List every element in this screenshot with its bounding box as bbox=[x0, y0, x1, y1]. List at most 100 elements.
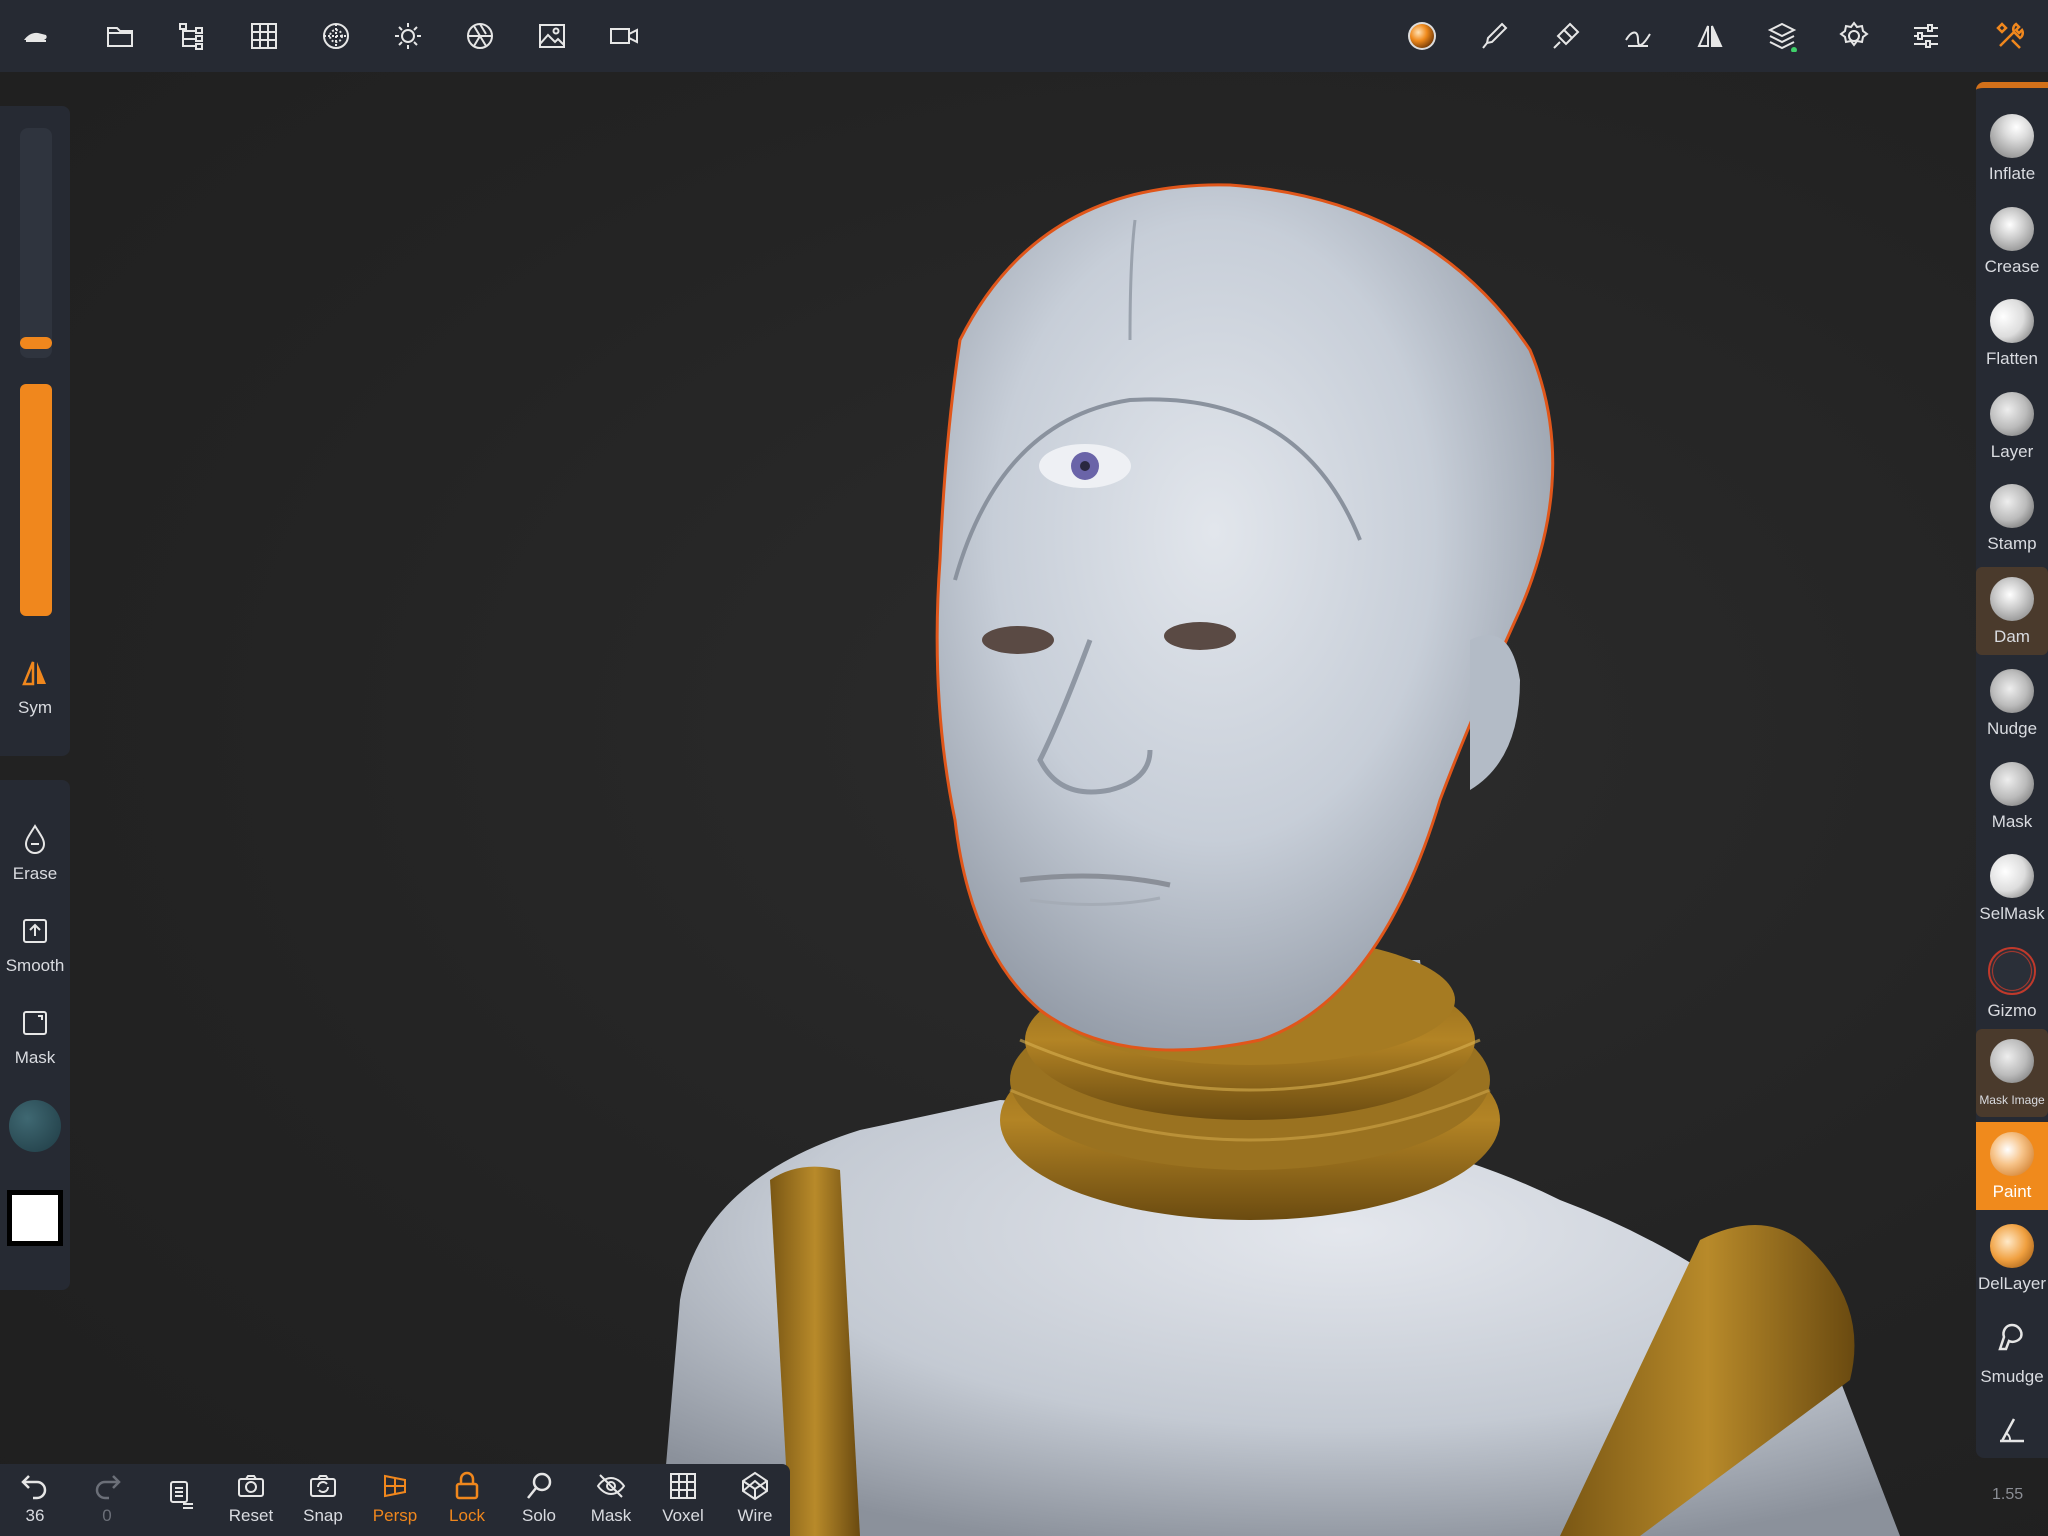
snap-label: Snap bbox=[303, 1506, 343, 1525]
search-icon bbox=[527, 1472, 552, 1499]
tool-label: Mask Image bbox=[1979, 1093, 2045, 1107]
wireframe-icon bbox=[742, 1471, 768, 1501]
intensity-slider[interactable] bbox=[20, 384, 52, 616]
mask-icon bbox=[23, 1011, 47, 1035]
tool-paint[interactable]: Paint bbox=[1976, 1121, 2048, 1210]
material-sphere-icon[interactable] bbox=[1398, 12, 1446, 60]
gizmo-icon bbox=[1988, 946, 2036, 995]
tool-label: Paint bbox=[1992, 1181, 2032, 1201]
mask-brush-icon bbox=[1990, 761, 2034, 806]
paint-brush-icon[interactable] bbox=[1542, 12, 1590, 60]
smudge-icon bbox=[1990, 1317, 2034, 1361]
tool-dellayer[interactable]: DelLayer bbox=[1976, 1214, 2048, 1302]
inflate-brush-icon bbox=[1990, 114, 2034, 158]
drop-icon bbox=[24, 824, 46, 854]
tools-icon[interactable] bbox=[1986, 12, 2034, 60]
light-icon[interactable] bbox=[384, 12, 432, 60]
layers-icon[interactable] bbox=[1758, 12, 1806, 60]
tool-label: Flatten bbox=[1986, 349, 2038, 368]
nudge-brush-icon bbox=[1990, 669, 2034, 713]
scene-tree-icon[interactable] bbox=[168, 12, 216, 60]
wire-button[interactable]: Wire bbox=[720, 1470, 790, 1526]
stroke-icon[interactable] bbox=[1614, 12, 1662, 60]
undo-count: 36 bbox=[25, 1506, 45, 1525]
app-logo-icon[interactable] bbox=[12, 12, 60, 60]
lock-button[interactable]: Lock bbox=[432, 1470, 502, 1526]
bottom-toolbar: 36 0 Reset Snap Persp Lock Solo Mask Vox… bbox=[0, 1464, 790, 1536]
snap-button[interactable]: Snap bbox=[288, 1470, 358, 1526]
matcap-icon[interactable] bbox=[312, 12, 360, 60]
sliders-icon[interactable] bbox=[1902, 12, 1950, 60]
dellayer-brush-icon bbox=[1990, 1224, 2034, 1268]
erase-button[interactable]: Erase bbox=[0, 822, 70, 884]
radius-slider-handle[interactable] bbox=[20, 337, 52, 350]
notes-icon bbox=[170, 1481, 193, 1509]
redo-button[interactable]: 0 bbox=[72, 1470, 142, 1526]
smooth-label: Smooth bbox=[5, 956, 65, 975]
flatten-brush-icon bbox=[1990, 299, 2034, 343]
camera-aperture-icon[interactable] bbox=[456, 12, 504, 60]
tool-inflate[interactable]: Inflate bbox=[1976, 104, 2048, 192]
eye-slash-icon bbox=[596, 1474, 626, 1498]
tool-stamp[interactable]: Stamp bbox=[1976, 474, 2048, 562]
tool-layer[interactable]: Layer bbox=[1976, 382, 2048, 470]
tool-dam[interactable]: Dam bbox=[1976, 566, 2048, 655]
smooth-icon bbox=[23, 919, 47, 943]
intensity-slider-fill bbox=[20, 384, 52, 616]
color-swatch-button[interactable] bbox=[0, 1100, 70, 1152]
reset-camera-button[interactable]: Reset bbox=[216, 1470, 286, 1526]
video-icon[interactable] bbox=[600, 12, 648, 60]
paint-brush-icon bbox=[1990, 1131, 2034, 1176]
voxel-grid-icon bbox=[670, 1473, 696, 1499]
persp-button[interactable]: Persp bbox=[360, 1470, 430, 1526]
tool-more[interactable] bbox=[1976, 1399, 2048, 1459]
tool-smudge[interactable]: Smudge bbox=[1976, 1307, 2048, 1395]
tool-flatten[interactable]: Flatten bbox=[1976, 289, 2048, 377]
3d-viewport[interactable] bbox=[0, 72, 2048, 1536]
mask-visibility-button[interactable]: Mask bbox=[576, 1470, 646, 1526]
color-swatch bbox=[9, 1100, 61, 1152]
tool-selmask[interactable]: SelMask bbox=[1976, 844, 2048, 932]
brush-icon[interactable] bbox=[1470, 12, 1518, 60]
tools-panel: Inflate Crease Flatten Layer Stamp Dam Nudge Ma… bbox=[1976, 82, 2048, 1458]
zoom-level: 1.55 bbox=[1992, 1486, 2024, 1503]
tool-label: Layer bbox=[1990, 441, 2034, 461]
undo-button[interactable]: 36 bbox=[0, 1470, 70, 1526]
perspective-icon bbox=[384, 1474, 406, 1498]
brush-settings-panel: Sym bbox=[0, 106, 70, 756]
quick-tools-panel: Erase Smooth Mask bbox=[0, 780, 70, 1290]
mask-toggle-label: Mask bbox=[590, 1506, 632, 1525]
image-icon[interactable] bbox=[528, 12, 576, 60]
voxel-button[interactable]: Voxel bbox=[648, 1470, 718, 1526]
tool-mask[interactable]: Mask bbox=[1976, 752, 2048, 840]
gear-icon[interactable] bbox=[1830, 12, 1878, 60]
white-swatch bbox=[7, 1190, 63, 1246]
mask-button[interactable]: Mask bbox=[0, 1006, 70, 1068]
top-toolbar bbox=[0, 0, 2048, 72]
erase-label: Erase bbox=[12, 864, 58, 883]
grid-icon[interactable] bbox=[240, 12, 288, 60]
secondary-color-button[interactable] bbox=[0, 1190, 70, 1246]
voxel-label: Voxel bbox=[662, 1506, 704, 1525]
radius-slider[interactable] bbox=[20, 128, 52, 358]
solo-button[interactable]: Solo bbox=[504, 1470, 574, 1526]
tool-label: Smudge bbox=[1980, 1366, 2044, 1386]
tool-label: Mask bbox=[1991, 811, 2033, 831]
lock-icon bbox=[455, 1471, 479, 1500]
tool-label: SelMask bbox=[1979, 904, 2045, 923]
tool-label: Stamp bbox=[1987, 534, 2037, 553]
angle-tool-icon bbox=[2000, 1418, 2024, 1443]
camera-icon bbox=[238, 1475, 264, 1497]
tool-crease[interactable]: Crease bbox=[1976, 197, 2048, 285]
tool-gizmo[interactable]: Gizmo bbox=[1976, 937, 2048, 1025]
tool-nudge[interactable]: Nudge bbox=[1976, 659, 2048, 747]
smooth-button[interactable]: Smooth bbox=[0, 914, 70, 976]
selmask-brush-icon bbox=[1990, 854, 2034, 898]
history-button[interactable] bbox=[144, 1478, 214, 1510]
folder-icon[interactable] bbox=[96, 12, 144, 60]
symmetry-toggle[interactable]: Sym bbox=[0, 656, 70, 718]
symmetry-icon[interactable] bbox=[1686, 12, 1734, 60]
undo-icon bbox=[21, 1475, 47, 1500]
tool-label: Dam bbox=[1994, 626, 2030, 646]
tool-mask-image[interactable]: Mask Image bbox=[1976, 1029, 2048, 1117]
